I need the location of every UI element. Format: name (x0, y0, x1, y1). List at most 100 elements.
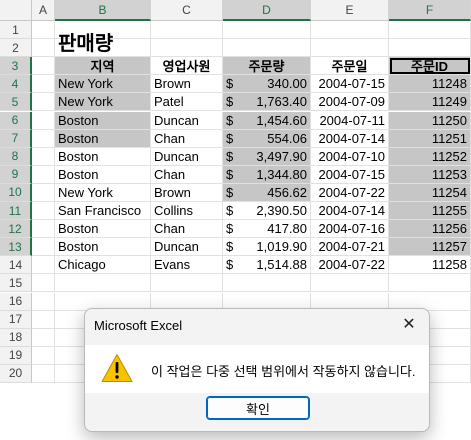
row-header-8[interactable]: 8 (0, 147, 32, 166)
order-id-cell[interactable]: 11248 (389, 75, 471, 94)
region-cell[interactable]: Chicago (55, 256, 151, 275)
date-cell[interactable]: 2004-07-15 (311, 75, 389, 94)
column-header-a[interactable]: A (32, 0, 55, 21)
region-cell[interactable]: Boston (55, 165, 151, 184)
cell[interactable] (389, 39, 471, 58)
row-header-18[interactable]: 18 (0, 328, 32, 347)
select-all-corner[interactable] (0, 0, 32, 21)
amount-cell[interactable]: $417.80 (223, 220, 311, 239)
date-cell[interactable]: 2004-07-09 (311, 93, 389, 112)
date-cell[interactable]: 2004-07-15 (311, 165, 389, 184)
cell[interactable] (32, 111, 55, 130)
region-cell[interactable]: Boston (55, 129, 151, 148)
row-header-6[interactable]: 6 (0, 111, 32, 130)
cell[interactable] (32, 202, 55, 221)
column-header-b[interactable]: B (55, 0, 151, 21)
amount-cell[interactable]: $1,763.40 (223, 93, 311, 112)
cell[interactable] (32, 310, 55, 329)
region-cell[interactable]: Boston (55, 220, 151, 239)
cell[interactable] (32, 274, 55, 293)
amount-cell[interactable]: $1,454.60 (223, 111, 311, 130)
header-order-id[interactable]: 주문ID (389, 57, 471, 76)
rep-cell[interactable]: Evans (151, 256, 223, 275)
cell[interactable] (32, 21, 55, 40)
date-cell[interactable]: 2004-07-14 (311, 202, 389, 221)
order-id-cell[interactable]: 11252 (389, 147, 471, 166)
region-cell[interactable]: Boston (55, 147, 151, 166)
rep-cell[interactable]: Collins (151, 202, 223, 221)
region-cell[interactable]: Boston (55, 111, 151, 130)
amount-cell[interactable]: $456.62 (223, 183, 311, 202)
rep-cell[interactable]: Brown (151, 183, 223, 202)
cell[interactable] (32, 346, 55, 365)
cell[interactable] (223, 39, 311, 58)
cell[interactable] (311, 39, 389, 58)
amount-cell[interactable]: $1,514.88 (223, 256, 311, 275)
cell[interactable] (223, 274, 311, 293)
amount-cell[interactable]: $3,497.90 (223, 147, 311, 166)
cell[interactable] (32, 328, 55, 347)
cell[interactable] (311, 274, 389, 293)
region-cell[interactable]: Boston (55, 238, 151, 257)
row-header-1[interactable]: 1 (0, 21, 32, 40)
order-id-cell[interactable]: 11250 (389, 111, 471, 130)
ok-button[interactable]: 확인 (206, 396, 310, 420)
header-date[interactable]: 주문일 (311, 57, 389, 76)
order-id-cell[interactable]: 11251 (389, 129, 471, 148)
rep-cell[interactable]: Patel (151, 93, 223, 112)
amount-cell[interactable]: $554.06 (223, 129, 311, 148)
row-header-10[interactable]: 10 (0, 183, 32, 202)
row-header-7[interactable]: 7 (0, 129, 32, 148)
rep-cell[interactable]: Duncan (151, 238, 223, 257)
row-header-20[interactable]: 20 (0, 364, 32, 383)
column-header-f[interactable]: F (389, 0, 471, 21)
page-title[interactable]: 판매량 (55, 21, 151, 58)
cell[interactable] (151, 274, 223, 293)
rep-cell[interactable]: Chan (151, 165, 223, 184)
order-id-cell[interactable]: 11255 (389, 202, 471, 221)
row-header-15[interactable]: 15 (0, 274, 32, 293)
row-header-17[interactable]: 17 (0, 310, 32, 329)
date-cell[interactable]: 2004-07-21 (311, 238, 389, 257)
date-cell[interactable]: 2004-07-10 (311, 147, 389, 166)
column-header-c[interactable]: C (151, 0, 223, 21)
region-cell[interactable]: San Francisco (55, 202, 151, 221)
rep-cell[interactable]: Duncan (151, 111, 223, 130)
row-header-5[interactable]: 5 (0, 93, 32, 112)
cell[interactable] (389, 21, 471, 40)
cell[interactable] (32, 75, 55, 94)
row-header-12[interactable]: 12 (0, 220, 32, 239)
column-header-d[interactable]: D (223, 0, 311, 21)
region-cell[interactable]: New York (55, 183, 151, 202)
cell[interactable] (32, 256, 55, 275)
order-id-cell[interactable]: 11258 (389, 256, 471, 275)
cell[interactable] (32, 364, 55, 383)
row-header-13[interactable]: 13 (0, 238, 32, 257)
cell[interactable] (32, 57, 55, 76)
rep-cell[interactable]: Brown (151, 75, 223, 94)
cell[interactable] (32, 220, 55, 239)
row-header-4[interactable]: 4 (0, 75, 32, 94)
cell[interactable] (223, 21, 311, 40)
row-header-16[interactable]: 16 (0, 292, 32, 311)
cell[interactable] (151, 21, 223, 40)
rep-cell[interactable]: Chan (151, 220, 223, 239)
date-cell[interactable]: 2004-07-14 (311, 129, 389, 148)
date-cell[interactable]: 2004-07-22 (311, 183, 389, 202)
column-header-e[interactable]: E (311, 0, 389, 21)
order-id-cell[interactable]: 11254 (389, 183, 471, 202)
date-cell[interactable]: 2004-07-11 (311, 111, 389, 130)
cell[interactable] (32, 129, 55, 148)
order-id-cell[interactable]: 11256 (389, 220, 471, 239)
cell[interactable] (32, 147, 55, 166)
amount-cell[interactable]: $1,344.80 (223, 165, 311, 184)
header-rep[interactable]: 영업사원 (151, 57, 223, 76)
cell[interactable] (32, 183, 55, 202)
close-icon[interactable]: ✕ (395, 312, 423, 336)
cell[interactable] (32, 39, 55, 58)
cell[interactable] (311, 21, 389, 40)
rep-cell[interactable]: Chan (151, 129, 223, 148)
order-id-cell[interactable]: 11249 (389, 93, 471, 112)
date-cell[interactable]: 2004-07-22 (311, 256, 389, 275)
row-header-2[interactable]: 2 (0, 39, 32, 58)
